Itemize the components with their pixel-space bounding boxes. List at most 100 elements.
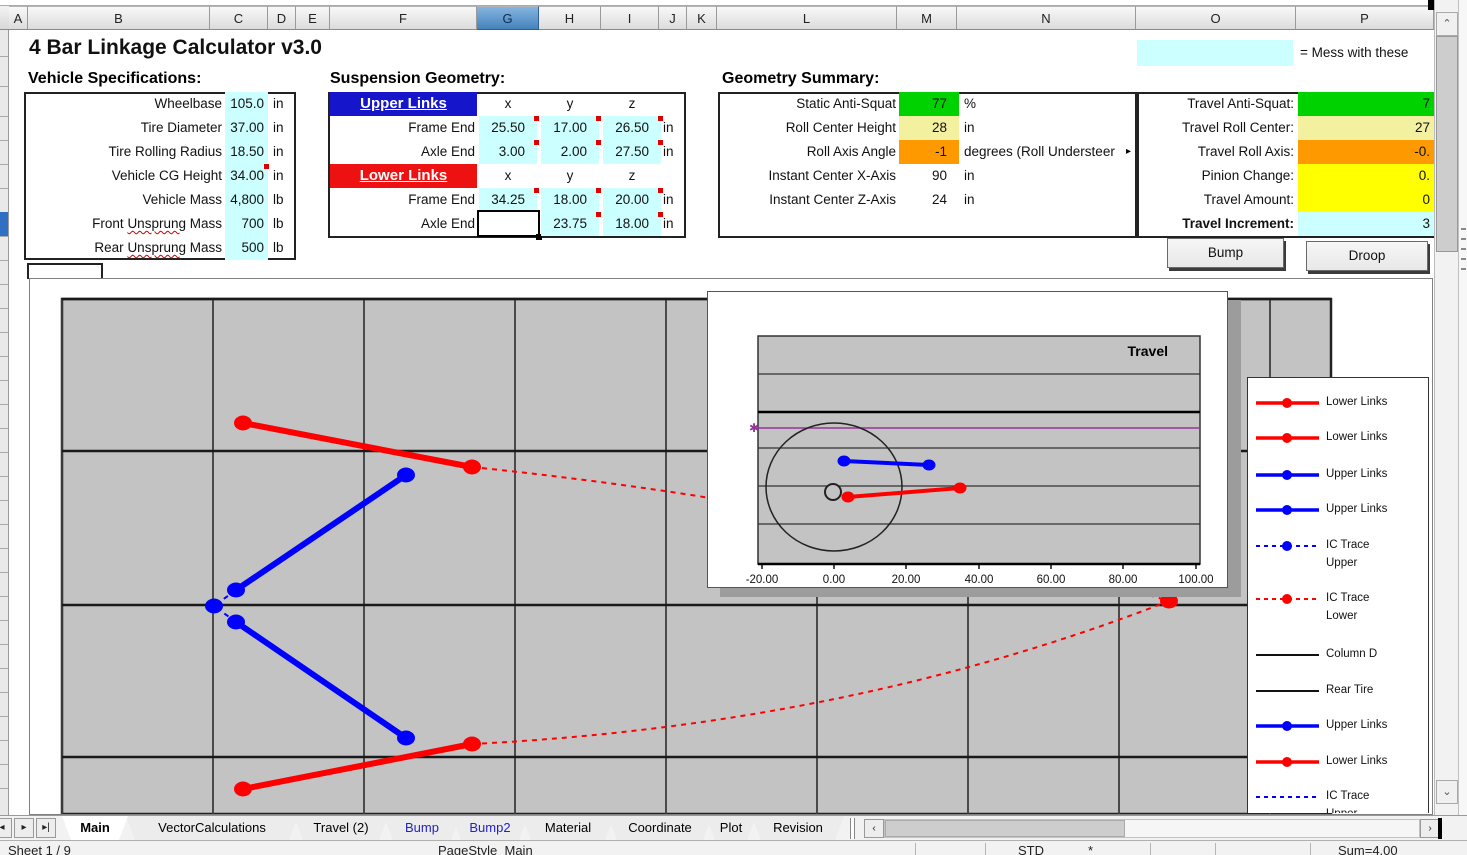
legend-item-label-line2: Upper (1326, 556, 1357, 571)
partial-table-corner (27, 263, 103, 279)
legend-item-label-line2: Lower (1326, 609, 1357, 624)
column-header-A[interactable]: A (9, 6, 28, 30)
legend-item: Lower Links (1248, 753, 1428, 773)
mess-note-swatch[interactable] (1137, 40, 1293, 66)
scroll-down-button[interactable]: ⌄ (1436, 780, 1458, 804)
row-divider (0, 476, 8, 477)
row-divider (0, 332, 8, 333)
header-corner-box (0, 6, 9, 30)
column-header-I[interactable]: I (601, 6, 659, 30)
sheet-tab-bump2[interactable]: Bump2 (452, 816, 528, 840)
inset-link-marker (923, 460, 936, 471)
coordinate-value: 2.00 (541, 144, 587, 159)
tab-nav-first-button[interactable]: ◂ (0, 818, 12, 838)
coordinate-value: 23.75 (541, 216, 587, 231)
legend-item-label: IC Trace (1326, 789, 1369, 804)
sheet-tab-travel-2-[interactable]: Travel (2) (294, 816, 388, 840)
summary-unit: in (964, 168, 975, 183)
window-right-edge (1458, 0, 1467, 855)
travel-inset-chart[interactable]: ✱-20.000.0020.0040.0060.0080.00100.00Tra… (707, 291, 1228, 588)
vertical-scroll-thumb[interactable] (1436, 36, 1458, 252)
pane-split-caret[interactable] (1438, 818, 1442, 839)
column-header-G[interactable]: G (477, 6, 539, 30)
row-divider (0, 452, 8, 453)
splitter-grip-tick (1461, 248, 1466, 250)
legend-item: Upper Links (1248, 501, 1428, 521)
suspension-heading: Suspension Geometry: (330, 70, 505, 88)
geometry-summary-heading: Geometry Summary: (722, 70, 879, 88)
sheet-tab-revision[interactable]: Revision (752, 816, 844, 840)
legend-item: IC Trace Upper (1248, 788, 1428, 813)
column-header-C[interactable]: C (210, 6, 268, 30)
link-endpoint-marker (227, 615, 245, 630)
travel-value: -0. (1298, 144, 1430, 159)
summary-label: Roll Axis Angle (724, 144, 896, 159)
axis-col-header-y: y (541, 92, 599, 116)
horizontal-scrollbar[interactable] (884, 819, 1420, 838)
coordinate-unit: in (663, 144, 674, 159)
vehicle-spec-label: Tire Diameter (30, 120, 222, 135)
bump-button[interactable]: Bump (1167, 238, 1284, 268)
column-header-E[interactable]: E (296, 6, 330, 30)
tab-nav-last-button[interactable]: ▸| (36, 818, 56, 838)
vertical-scrollbar[interactable]: ⌃⌄ (1434, 0, 1458, 815)
sheet-tab-material[interactable]: Material (522, 816, 614, 840)
travel-label: Travel Anti-Squat: (1147, 96, 1294, 111)
page-title: 4 Bar Linkage Calculator v3.0 (29, 36, 322, 60)
row-divider (0, 764, 8, 765)
column-header-N[interactable]: N (957, 6, 1136, 30)
sheet-tab-main[interactable]: Main (62, 816, 128, 840)
scroll-up-button[interactable]: ⌃ (1436, 12, 1458, 36)
sheet-tab-vectorcalculations[interactable]: VectorCalculations (126, 816, 298, 840)
status-separator (1310, 843, 1311, 855)
link-endpoint-marker (397, 468, 415, 483)
column-header-M[interactable]: M (897, 6, 957, 30)
hscroll-right-button[interactable]: › (1420, 819, 1440, 838)
travel-summary-panel: Travel Anti-Squat:7Travel Roll Center:27… (1137, 92, 1434, 238)
active-cell-selection[interactable] (477, 210, 540, 237)
cell-comment-marker (596, 140, 601, 145)
selected-row-indicator (0, 212, 8, 236)
sheet-tab-bump[interactable]: Bump (384, 816, 460, 840)
link-end-label: Axle End (350, 216, 475, 231)
column-header-D[interactable]: D (268, 6, 296, 30)
column-header-J[interactable]: J (659, 6, 687, 30)
legend-swatch-marker (1282, 721, 1292, 731)
row-divider (0, 428, 8, 429)
column-header-L[interactable]: L (717, 6, 897, 30)
legend-item-label: IC Trace (1326, 538, 1369, 553)
row-divider (0, 356, 8, 357)
vehicle-spec-value: 4,800 (225, 192, 264, 207)
axis-col-header-x: x (479, 164, 537, 188)
sheet-tab-coordinate[interactable]: Coordinate (608, 816, 712, 840)
legend-item-label: Column D (1326, 647, 1377, 662)
droop-button[interactable]: Droop (1306, 241, 1428, 271)
legend-item-label-line2: Upper (1326, 807, 1357, 813)
upper-links-header: Upper Links (330, 92, 477, 116)
link-endpoint-marker (227, 583, 245, 598)
legend-item-label: Upper Links (1326, 718, 1387, 733)
horizontal-scroll-thumb[interactable] (885, 820, 1125, 837)
row-divider (0, 284, 8, 285)
vehicle-spec-unit: lb (273, 216, 284, 231)
axis-col-header-y: y (541, 164, 599, 188)
column-header-K[interactable]: K (687, 6, 717, 30)
vehicle-spec-unit: in (273, 96, 284, 111)
spreadsheet-app: { "colors": { "accent_cyan": "#ccffff", … (0, 0, 1467, 855)
row-divider (0, 572, 8, 573)
column-header-P[interactable]: P (1296, 6, 1434, 30)
column-header-O[interactable]: O (1136, 6, 1296, 30)
column-header-B[interactable]: B (28, 6, 210, 30)
legend-item-label: IC Trace (1326, 591, 1369, 606)
column-header-H[interactable]: H (539, 6, 601, 30)
vehicle-spec-value: 500 (225, 240, 264, 255)
mess-note-text: = Mess with these (1300, 45, 1408, 60)
row-divider (0, 236, 8, 237)
tab-scroll-splitter[interactable] (850, 818, 855, 839)
hscroll-left-button[interactable]: ‹ (864, 819, 884, 838)
row-divider (0, 500, 8, 501)
tab-nav-next-button[interactable]: ▸ (14, 818, 34, 838)
column-header-F[interactable]: F (330, 6, 477, 30)
coordinate-unit: in (663, 192, 674, 207)
sheet-tab-plot[interactable]: Plot (706, 816, 756, 840)
